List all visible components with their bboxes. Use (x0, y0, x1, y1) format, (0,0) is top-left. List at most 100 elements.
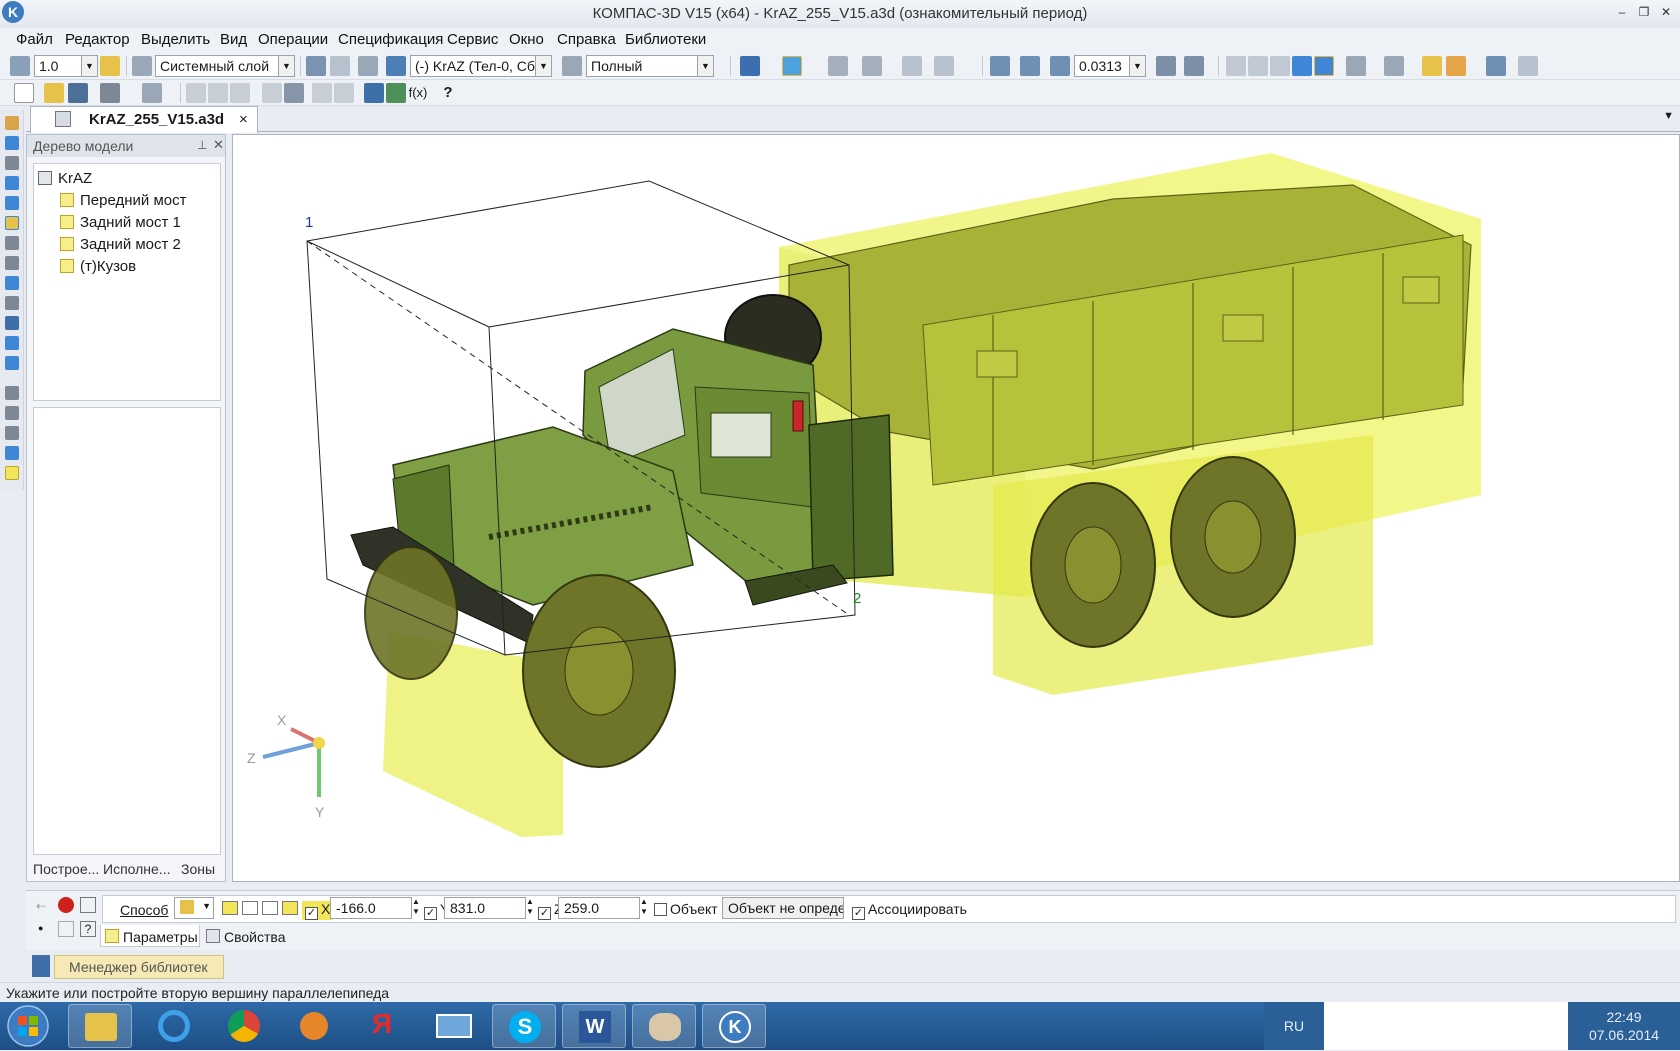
tree-view-icon[interactable] (58, 921, 74, 937)
minimize-button[interactable]: – (1614, 5, 1630, 19)
report-icon[interactable] (902, 56, 922, 76)
start-button[interactable] (6, 1004, 56, 1048)
menu-operations[interactable]: Операции (258, 31, 328, 48)
mates-icon[interactable] (5, 236, 19, 250)
tree-item[interactable]: Задний мост 1 (60, 214, 181, 231)
tree-item[interactable]: Задний мост 2 (60, 236, 181, 253)
color-icon[interactable] (1446, 56, 1466, 76)
language-indicator[interactable]: RU (1264, 1002, 1324, 1050)
taskbar-explorer[interactable] (68, 1004, 132, 1048)
tab-build[interactable]: Построе... (33, 861, 99, 877)
highlight-box-icon[interactable] (1422, 56, 1442, 76)
document-tab[interactable]: KrAZ_255_V15.a3d × (30, 106, 258, 133)
layers-icon[interactable] (132, 56, 152, 76)
shaded-edges-icon[interactable] (1314, 56, 1334, 76)
surfaces-icon[interactable] (5, 176, 19, 190)
menu-window[interactable]: Окно (509, 31, 544, 48)
render-mode-combo[interactable]: Полный ▼ (586, 55, 714, 77)
stop-icon[interactable] (58, 897, 74, 913)
box-mode-4-icon[interactable] (282, 901, 298, 915)
tabs-dropdown-icon[interactable]: ▼ (1663, 110, 1674, 122)
taskbar-media-player[interactable] (282, 1004, 346, 1048)
clock[interactable]: 22:49 07.06.2014 (1568, 1002, 1680, 1050)
tab-zones[interactable]: Зоны (181, 861, 215, 877)
hidden-lines-icon[interactable] (1248, 56, 1268, 76)
auto-create-icon[interactable] (80, 897, 96, 913)
stamp-icon[interactable] (862, 56, 882, 76)
variables-icon[interactable]: f(x) (408, 83, 428, 103)
back-arrow-icon[interactable]: ⇠ (36, 899, 46, 913)
tab-properties[interactable]: Свойства (204, 925, 300, 947)
taskbar-mail[interactable] (422, 1004, 486, 1048)
paste-icon[interactable] (230, 83, 250, 103)
menu-help[interactable]: Справка (557, 31, 616, 48)
filters-icon[interactable] (5, 276, 19, 290)
render-icon[interactable] (562, 56, 582, 76)
shaded-icon[interactable] (1292, 56, 1312, 76)
snap-icon[interactable] (100, 56, 120, 76)
tab-parameters[interactable]: Параметры (100, 925, 200, 947)
component-icon[interactable] (386, 56, 406, 76)
thin-lines-icon[interactable] (1270, 56, 1290, 76)
model-canvas[interactable]: 1 2 X Z Y (233, 135, 1679, 881)
sheet-metal-icon[interactable] (5, 356, 19, 370)
z-spinner-icon[interactable]: ▲ ▼ (640, 897, 648, 917)
box-mode-2-icon[interactable] (242, 901, 258, 915)
section-icon[interactable] (1384, 56, 1404, 76)
taskbar-yandex[interactable]: Я (352, 1004, 416, 1048)
tree-item[interactable]: (т)Кузов (60, 258, 136, 275)
taskbar-word[interactable]: W (562, 1004, 626, 1048)
restore-button[interactable]: ❐ (1636, 5, 1652, 19)
bounding-box-icon[interactable] (5, 466, 19, 480)
tree-root[interactable]: KrAZ (38, 170, 92, 187)
manager-icon[interactable] (364, 83, 384, 103)
object-field[interactable]: Объект не определ (722, 897, 844, 919)
filter-icon[interactable] (358, 56, 378, 76)
tree-item[interactable]: Передний мост (60, 192, 186, 209)
component-combo[interactable]: (-) KrAZ (Тел-0, Сб ▼ (410, 55, 552, 77)
zoom-icon[interactable] (1050, 56, 1070, 76)
tree-icon[interactable] (306, 56, 326, 76)
library-manager-tab[interactable]: Менеджер библиотек (54, 955, 224, 979)
redo-icon[interactable] (334, 83, 354, 103)
tab-versions[interactable]: Исполне... (103, 861, 170, 877)
method-select[interactable]: ▼ (174, 897, 214, 919)
taskbar-skype[interactable]: S (492, 1004, 556, 1048)
print-preview-icon[interactable] (142, 83, 162, 103)
x-input[interactable]: -166.0 (330, 897, 412, 919)
document-tab-close-icon[interactable]: × (239, 111, 248, 128)
copy-props-icon[interactable] (330, 56, 350, 76)
menu-select[interactable]: Выделить (141, 31, 210, 48)
box-mode-1-icon[interactable] (222, 901, 238, 915)
object-checkbox[interactable]: Объект (654, 901, 718, 917)
zoom-fit-icon[interactable] (1020, 56, 1040, 76)
line-icon[interactable] (5, 386, 19, 400)
panel-close-icon[interactable]: ✕ (213, 137, 224, 153)
associate-checkbox[interactable]: ✓ Ассоциировать (852, 901, 967, 920)
pan-icon[interactable] (1184, 56, 1204, 76)
x-label[interactable]: ✓ X (302, 901, 334, 920)
settings-icon[interactable] (1518, 56, 1538, 76)
library-manager-icon[interactable] (32, 955, 50, 977)
open-folder-icon[interactable] (44, 83, 64, 103)
measure-icon[interactable] (828, 56, 848, 76)
wireframe-icon[interactable] (1226, 56, 1246, 76)
taskbar-paint[interactable] (632, 1004, 696, 1048)
dimension-icon[interactable] (934, 56, 954, 76)
library-icon[interactable] (386, 83, 406, 103)
model-viewport[interactable]: 1 2 X Z Y (232, 134, 1680, 882)
step-combo[interactable]: 1.0 ▼ (34, 55, 98, 77)
menu-specification[interactable]: Спецификация (338, 31, 443, 48)
show-all-icon[interactable] (1486, 56, 1506, 76)
menu-view[interactable]: Вид (220, 31, 247, 48)
zoom-combo[interactable]: 0.0313 ▼ (1074, 55, 1146, 77)
arrays-icon[interactable] (5, 196, 19, 210)
y-input[interactable]: 831.0 (444, 897, 526, 919)
layer-combo[interactable]: Системный слой ▼ (155, 55, 295, 77)
edit-details-icon[interactable] (5, 116, 19, 130)
menu-libraries[interactable]: Библиотеки (625, 31, 706, 48)
perspective-icon[interactable] (1346, 56, 1366, 76)
undo-icon[interactable] (312, 83, 332, 103)
format-brush-icon[interactable] (262, 83, 282, 103)
axis-icon[interactable] (5, 426, 19, 440)
